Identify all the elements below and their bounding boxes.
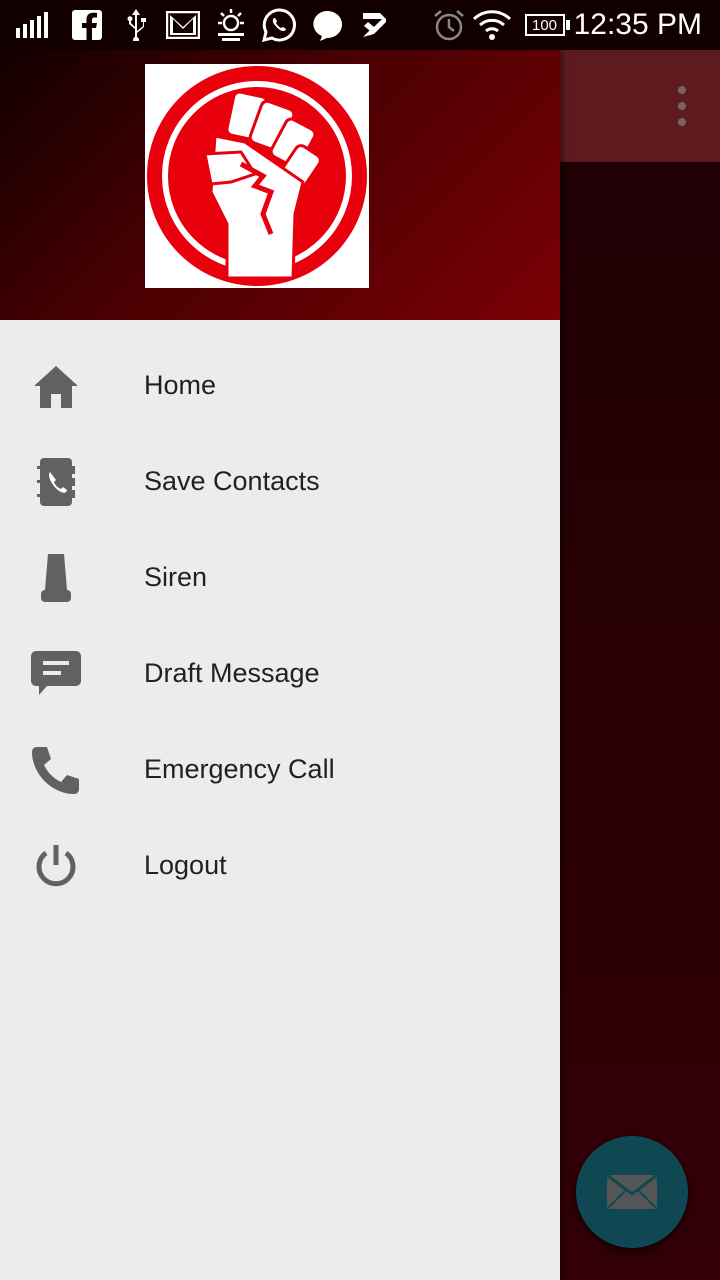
home-icon — [28, 362, 84, 410]
power-icon — [28, 842, 84, 890]
whatsapp-icon — [262, 8, 296, 42]
menu-label-emergency-call: Emergency Call — [144, 754, 335, 784]
menu-item-save-contacts[interactable]: Save Contacts — [0, 434, 560, 530]
drawer-scrim[interactable] — [560, 50, 720, 1280]
facebook-icon — [72, 9, 102, 41]
signal-icon — [14, 9, 48, 41]
raised-fist-logo — [145, 64, 369, 288]
menu-item-siren[interactable]: Siren — [0, 530, 560, 626]
menu-item-logout[interactable]: Logout — [0, 818, 560, 914]
navigation-drawer: Home Save Contacts Siren Draft Message E… — [0, 50, 560, 1280]
drawer-header — [0, 50, 560, 320]
clock: 12:35 PM — [573, 8, 702, 41]
message-icon — [28, 650, 84, 698]
siren-icon — [28, 554, 84, 602]
menu-item-draft-message[interactable]: Draft Message — [0, 626, 560, 722]
alarm-icon — [432, 9, 466, 41]
menu-label-draft-message: Draft Message — [144, 658, 320, 688]
menu-label-siren: Siren — [144, 562, 208, 592]
menu-label-logout: Logout — [144, 850, 227, 880]
wifi-icon — [472, 9, 512, 41]
sun-icon — [214, 9, 248, 41]
menu-label-home: Home — [144, 370, 217, 400]
chat-bubble-icon — [312, 9, 344, 41]
drawer-menu: Home Save Contacts Siren Draft Message E… — [0, 338, 560, 914]
menu-label-save-contacts: Save Contacts — [144, 466, 320, 496]
usb-icon — [122, 9, 150, 41]
status-bar: 100 12:35 PM — [0, 0, 720, 50]
contacts-book-icon — [28, 458, 84, 506]
battery-level: 100 — [524, 14, 565, 36]
menu-item-home[interactable]: Home — [0, 338, 560, 434]
check-icon — [360, 9, 390, 41]
logo-graphic — [147, 66, 367, 286]
gmail-icon — [166, 9, 200, 41]
phone-icon — [28, 746, 84, 794]
battery-icon: 100 — [524, 9, 570, 41]
menu-item-emergency-call[interactable]: Emergency Call — [0, 722, 560, 818]
